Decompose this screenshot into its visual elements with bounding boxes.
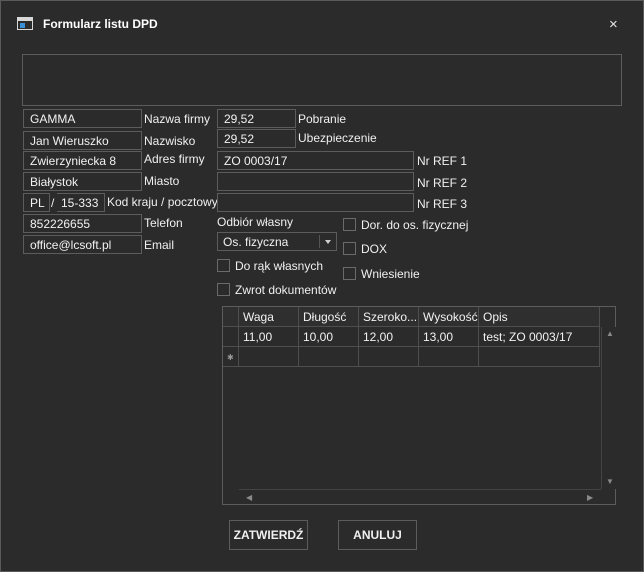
doc-return-checkbox[interactable] — [217, 283, 230, 296]
email-field[interactable]: office@lcsoft.pl — [23, 235, 142, 254]
postal-code-field[interactable]: 15-333 — [57, 193, 105, 212]
name-field[interactable]: Jan Wieruszko — [23, 131, 142, 150]
window-title: Formularz listu DPD — [43, 17, 158, 31]
insurance-field[interactable]: 29,52 — [217, 129, 296, 148]
chevron-down-icon — [325, 240, 331, 244]
ref1-field[interactable]: ZO 0003/17 — [217, 151, 414, 170]
ref3-field[interactable] — [217, 193, 414, 212]
own-hands-checkbox[interactable] — [217, 259, 230, 272]
city-field[interactable]: Białystok — [23, 172, 142, 191]
dpd-form-window: Formularz listu DPD × GAMMA Nazwa firmy … — [0, 0, 644, 572]
horizontal-scrollbar[interactable]: ◀ ▶ — [239, 489, 601, 504]
country-code-field[interactable]: PL — [23, 193, 50, 212]
scroll-left-icon[interactable]: ◀ — [246, 493, 252, 502]
new-row-cell[interactable] — [359, 347, 419, 367]
row-header[interactable] — [223, 327, 239, 347]
country-postal-label: Kod kraju / pocztowy — [107, 195, 218, 209]
column-header-description[interactable]: Opis — [479, 307, 600, 327]
window-icon — [17, 17, 33, 30]
cod-label: Pobranie — [298, 112, 347, 126]
name-label: Nazwisko — [144, 134, 196, 148]
doc-return-label: Zwrot dokumentów — [235, 283, 337, 297]
dox-label: DOX — [361, 242, 388, 256]
city-label: Miasto — [144, 174, 180, 188]
table-cell[interactable]: test; ZO 0003/17 — [479, 327, 600, 347]
company-label: Nazwa firmy — [144, 112, 211, 126]
postal-separator: / — [51, 196, 55, 210]
close-icon[interactable]: × — [609, 17, 618, 33]
ref3-label: Nr REF 3 — [417, 197, 468, 211]
carry-in-label: Wniesienie — [361, 267, 420, 281]
new-row-cell[interactable] — [419, 347, 479, 367]
phone-field[interactable]: 852226655 — [23, 214, 142, 233]
table-cell[interactable]: 13,00 — [419, 327, 479, 347]
pickup-select-value: Os. fizyczna — [223, 235, 289, 249]
new-row-marker[interactable]: ✱ — [223, 347, 239, 367]
cod-field[interactable]: 29,52 — [217, 109, 296, 128]
company-field[interactable]: GAMMA — [23, 109, 142, 128]
to-person-checkbox[interactable] — [343, 218, 356, 231]
new-row-cell[interactable] — [299, 347, 359, 367]
table-cell[interactable]: 12,00 — [359, 327, 419, 347]
row-header-corner — [223, 307, 239, 327]
column-header-height[interactable]: Wysokość — [419, 307, 479, 327]
ref2-label: Nr REF 2 — [417, 176, 468, 190]
scroll-right-icon[interactable]: ▶ — [587, 493, 593, 502]
insurance-label: Ubezpieczenie — [298, 131, 377, 145]
pickup-select[interactable]: Os. fizyczna — [217, 232, 337, 251]
scroll-up-icon[interactable]: ▲ — [606, 329, 614, 338]
ref1-label: Nr REF 1 — [417, 154, 468, 168]
phone-label: Telefon — [144, 216, 183, 230]
new-row-cell[interactable] — [479, 347, 600, 367]
column-header-width[interactable]: Szeroko... — [359, 307, 419, 327]
dox-checkbox[interactable] — [343, 242, 356, 255]
select-separator — [319, 235, 320, 248]
scroll-down-icon[interactable]: ▼ — [606, 477, 614, 486]
column-header-weight[interactable]: Waga — [239, 307, 299, 327]
notes-area[interactable] — [22, 54, 622, 106]
to-person-label: Dor. do os. fizycznej — [361, 218, 469, 232]
table-cell[interactable]: 11,00 — [239, 327, 299, 347]
email-label: Email — [144, 238, 175, 252]
vertical-scrollbar[interactable]: ▲ ▼ — [601, 327, 616, 489]
address-label: Adres firmy — [144, 152, 205, 166]
ref2-field[interactable] — [217, 172, 414, 191]
carry-in-checkbox[interactable] — [343, 267, 356, 280]
parcels-grid[interactable]: Waga Długość Szeroko... Wysokość Opis 11… — [222, 306, 616, 505]
confirm-button[interactable]: ZATWIERDŹ — [229, 520, 308, 550]
new-row-cell[interactable] — [239, 347, 299, 367]
table-cell[interactable]: 10,00 — [299, 327, 359, 347]
pickup-label: Odbiór własny — [217, 215, 294, 229]
column-header-length[interactable]: Długość — [299, 307, 359, 327]
address-field[interactable]: Zwierzyniecka 8 — [23, 151, 142, 170]
cancel-button[interactable]: ANULUJ — [338, 520, 417, 550]
own-hands-label: Do rąk własnych — [235, 259, 324, 273]
